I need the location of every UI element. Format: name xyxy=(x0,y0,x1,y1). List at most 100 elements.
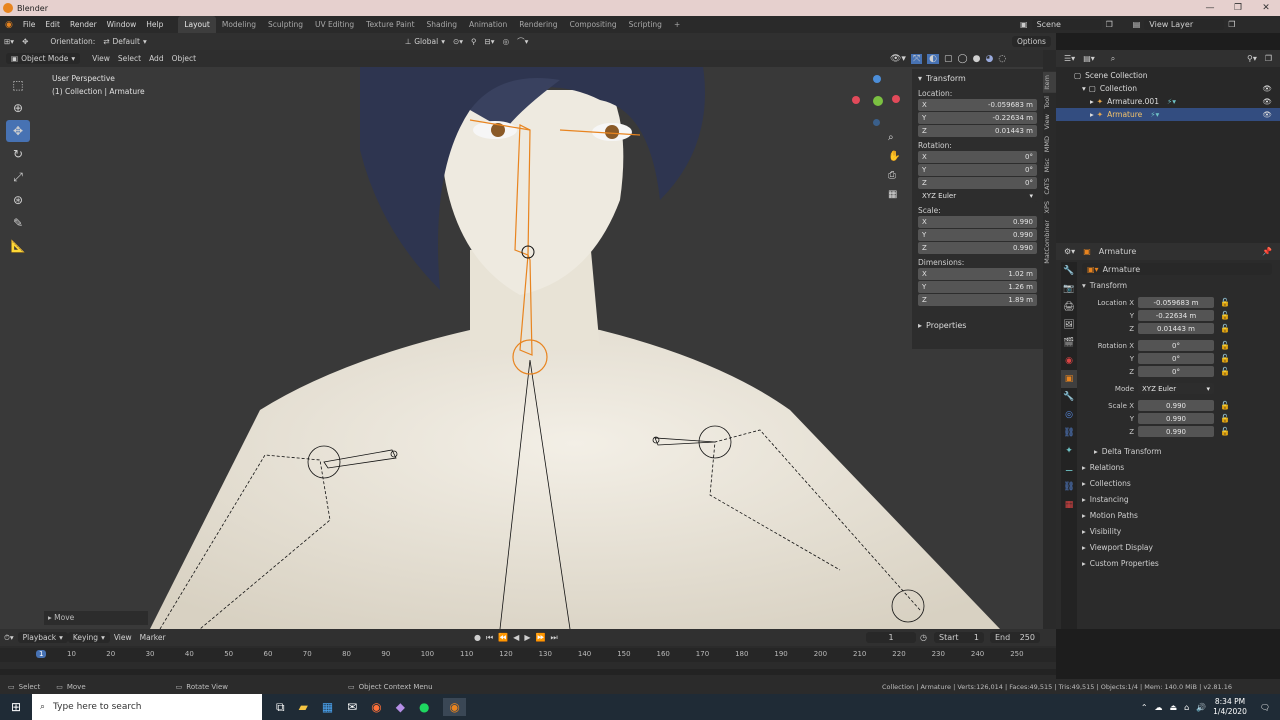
lock-icon[interactable]: 🔓 xyxy=(1220,341,1230,350)
ntab-cats[interactable]: CATS xyxy=(1043,175,1056,198)
material-shading-icon[interactable]: ◕ xyxy=(985,54,993,64)
texture-tab-icon[interactable]: ▦ xyxy=(1061,496,1077,514)
store-icon[interactable]: ▦ xyxy=(322,700,333,714)
annotate-icon[interactable]: ✎ xyxy=(6,212,30,234)
lock-icon[interactable]: 🔓 xyxy=(1220,401,1230,410)
bone-constraint-tab-icon[interactable]: ⛓ xyxy=(1061,478,1077,496)
last-operator-panel[interactable]: ▸ Move xyxy=(44,611,148,625)
visibility-icon[interactable]: 👁▾ xyxy=(890,54,906,64)
rotation-y-field[interactable]: Y 0° xyxy=(918,164,1037,176)
menu-add[interactable]: Add xyxy=(145,54,168,63)
visibility-panel[interactable]: ▸ Visibility xyxy=(1082,524,1272,540)
scene-selector[interactable]: Scene xyxy=(1031,19,1102,30)
blender-taskbar-icon[interactable]: ◉ xyxy=(443,698,466,716)
current-frame-field[interactable]: 1 xyxy=(866,632,916,643)
ntab-item[interactable]: Item xyxy=(1043,72,1056,93)
editor-type-icon[interactable]: ⊞▾ xyxy=(0,37,18,46)
tab-texture-paint[interactable]: Texture Paint xyxy=(360,16,420,33)
world-tab-icon[interactable]: ◉ xyxy=(1061,352,1077,370)
npanel-properties[interactable]: Properties xyxy=(926,321,966,330)
lock-icon[interactable]: 🔓 xyxy=(1220,414,1230,423)
zoom-icon[interactable]: ⌕ xyxy=(888,132,900,143)
play-reverse-icon[interactable]: ◀ xyxy=(513,633,519,643)
navigation-gizmo[interactable] xyxy=(852,70,902,130)
eye-icon[interactable]: 👁 xyxy=(1262,95,1272,108)
close-icon[interactable]: ✕ xyxy=(1252,0,1280,16)
lock-icon[interactable]: 🔓 xyxy=(1220,354,1230,363)
instancing-panel[interactable]: ▸ Instancing xyxy=(1082,492,1272,508)
orientation-dropdown[interactable]: ⇄ Default ▾ xyxy=(99,37,150,46)
pan-hand-icon[interactable]: ✋ xyxy=(888,151,900,162)
camera-icon[interactable]: ⎙ xyxy=(888,170,900,181)
relations-panel[interactable]: ▸ Relations xyxy=(1082,460,1272,476)
spotify-icon[interactable]: ● xyxy=(419,700,429,714)
prop-scale-z[interactable]: 0.990 xyxy=(1138,426,1214,437)
filter-icon[interactable]: ⚲▾ xyxy=(1247,54,1257,63)
file-explorer-icon[interactable]: ▰ xyxy=(299,700,308,714)
scale-x-field[interactable]: X 0.990 xyxy=(918,216,1037,228)
scale-icon[interactable]: ⤢ xyxy=(6,166,30,188)
timeline-scrollbar[interactable] xyxy=(0,669,1056,675)
viewport-display-panel[interactable]: ▸ Viewport Display xyxy=(1082,540,1272,556)
menu-select[interactable]: Select xyxy=(114,54,145,63)
lock-icon[interactable]: 🔓 xyxy=(1220,427,1230,436)
eye-icon[interactable]: 👁 xyxy=(1262,82,1272,95)
volume-icon[interactable]: 🔊 xyxy=(1196,703,1206,712)
y-axis-icon[interactable] xyxy=(873,96,883,106)
usb-icon[interactable]: ⏏ xyxy=(1170,703,1178,712)
taskbar-search-box[interactable]: ⌕ Type here to search xyxy=(32,694,262,720)
dimensions-z-field[interactable]: Z 1.89 m xyxy=(918,294,1037,306)
prop-mode-dropdown[interactable]: XYZ Euler ▾ xyxy=(1138,383,1214,394)
add-workspace-icon[interactable]: + xyxy=(668,16,686,33)
collapse-arrow-icon[interactable]: ▾ xyxy=(918,74,922,83)
display-mode-icon[interactable]: ▤▾ xyxy=(1083,54,1095,63)
3d-viewport[interactable]: User Perspective (1) Collection | Armatu… xyxy=(0,50,1043,629)
solid-shading-icon[interactable]: ● xyxy=(973,54,981,64)
prop-scale-x[interactable]: 0.990 xyxy=(1138,400,1214,411)
tool-tab-icon[interactable]: 🔧 xyxy=(1061,262,1077,280)
grid-icon[interactable]: ▦ xyxy=(888,189,900,200)
lock-icon[interactable]: 🔓 xyxy=(1220,324,1230,333)
menu-render[interactable]: Render xyxy=(65,20,102,29)
tab-compositing[interactable]: Compositing xyxy=(564,16,623,33)
windows-start-icon[interactable]: ⊞ xyxy=(0,700,32,714)
measure-icon[interactable]: 📐 xyxy=(6,235,30,257)
app-icon[interactable]: ◆ xyxy=(396,700,405,714)
task-view-icon[interactable]: ⧉ xyxy=(276,700,285,715)
menu-marker[interactable]: Marker xyxy=(136,633,170,642)
location-x-field[interactable]: X -0.059683 m xyxy=(918,99,1037,111)
npanel-title[interactable]: Transform xyxy=(926,74,966,83)
rendered-shading-icon[interactable]: ◌ xyxy=(998,54,1006,64)
mail-icon[interactable]: ✉ xyxy=(347,700,357,714)
tab-shading[interactable]: Shading xyxy=(421,16,463,33)
location-y-field[interactable]: Y -0.22634 m xyxy=(918,112,1037,124)
rotation-mode-dropdown[interactable]: XYZ Euler ▾ xyxy=(918,190,1037,202)
tab-scripting[interactable]: Scripting xyxy=(623,16,668,33)
x-axis-neg-icon[interactable] xyxy=(852,96,860,104)
prop-rotation-x[interactable]: 0° xyxy=(1138,340,1214,351)
tray-chevron-icon[interactable]: ⌃ xyxy=(1141,703,1148,712)
transform-icon[interactable]: ⊛ xyxy=(6,189,30,211)
move-tool-icon[interactable]: ✥ xyxy=(18,37,32,46)
lock-icon[interactable]: 🔓 xyxy=(1220,298,1230,307)
gizmo-icon[interactable]: ⤧ xyxy=(910,53,923,64)
lock-icon[interactable]: 🔓 xyxy=(1220,311,1230,320)
location-z-field[interactable]: Z 0.01443 m xyxy=(918,125,1037,137)
tab-animation[interactable]: Animation xyxy=(463,16,513,33)
prop-rotation-z[interactable]: 0° xyxy=(1138,366,1214,377)
motion-paths-panel[interactable]: ▸ Motion Paths xyxy=(1082,508,1272,524)
end-frame-field[interactable]: End 250 xyxy=(990,632,1040,643)
scene-icon[interactable]: ▣ xyxy=(1020,20,1028,29)
move-icon[interactable]: ✥ xyxy=(6,120,30,142)
menu-edit[interactable]: Edit xyxy=(40,20,65,29)
output-tab-icon[interactable]: 🖨 xyxy=(1061,298,1077,316)
notification-icon[interactable]: 🗨 xyxy=(1260,703,1270,712)
snap-icon[interactable]: ⚲ xyxy=(467,37,481,46)
menu-keying[interactable]: Keying ▾ xyxy=(67,632,110,643)
clock[interactable]: 8:34 PM 1/4/2020 xyxy=(1213,697,1247,717)
start-frame-field[interactable]: Start 1 xyxy=(934,632,984,643)
z-axis-neg-icon[interactable] xyxy=(873,119,880,126)
prev-key-icon[interactable]: ⏪ xyxy=(498,633,508,643)
menu-file[interactable]: File xyxy=(18,20,41,29)
menu-object[interactable]: Object xyxy=(168,54,200,63)
